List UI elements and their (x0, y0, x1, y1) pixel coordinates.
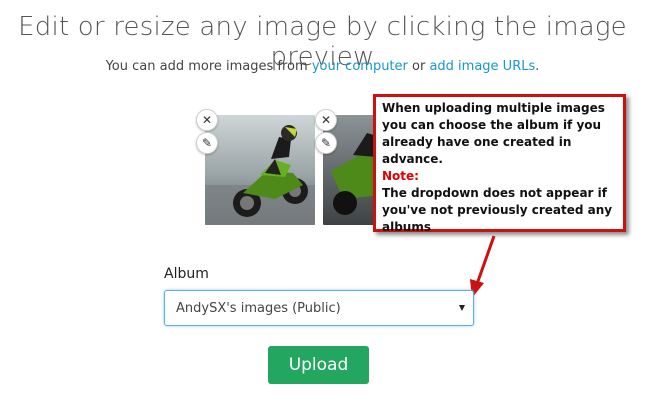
subtitle-prefix: You can add more images from (105, 59, 312, 74)
image-preview-1[interactable] (205, 115, 315, 225)
album-dropdown[interactable]: AndySX's images (Public) (164, 290, 474, 326)
album-label: Album (164, 266, 209, 282)
callout-text-2: The dropdown does not appear if you've n… (382, 186, 613, 234)
close-icon: ✕ (320, 113, 332, 127)
subtitle-middle: or (407, 59, 430, 74)
album-selected-value: AndySX's images (Public) (176, 300, 341, 316)
pencil-icon: ✎ (320, 136, 332, 150)
callout-text-1: When uploading multiple images you can c… (382, 101, 605, 166)
page-subtitle: You can add more images from your comput… (0, 59, 645, 74)
close-icon: ✕ (201, 113, 213, 127)
caret-down-icon (459, 305, 465, 311)
remove-image-1-button[interactable]: ✕ (196, 109, 218, 131)
remove-image-2-button[interactable]: ✕ (315, 109, 337, 131)
edit-image-1-button[interactable]: ✎ (196, 132, 218, 154)
subtitle-suffix: . (535, 59, 540, 74)
callout-note-label: Note: (382, 169, 419, 183)
edit-image-2-button[interactable]: ✎ (315, 132, 337, 154)
annotation-callout: When uploading multiple images you can c… (373, 94, 626, 234)
add-image-urls-link[interactable]: add image URLs (429, 59, 535, 74)
upload-button[interactable]: Upload (268, 346, 369, 384)
your-computer-link[interactable]: your computer (312, 59, 408, 74)
motorcycle-image (205, 115, 315, 225)
pencil-icon: ✎ (201, 136, 213, 150)
